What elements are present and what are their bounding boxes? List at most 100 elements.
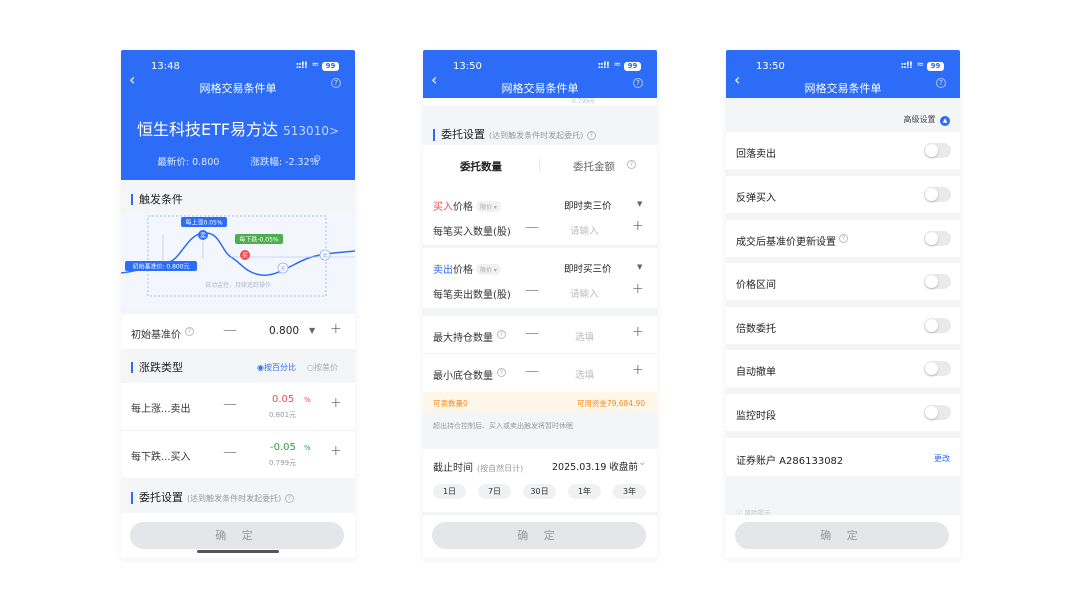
section-title: 委托设置 (达到触发条件时发起委托) ? — [433, 129, 596, 141]
rise-minus-button[interactable]: — — [223, 396, 237, 412]
toggle-switch[interactable] — [924, 361, 951, 376]
help-icon[interactable]: ? — [284, 494, 294, 503]
confirm-button[interactable]: 确 定 — [735, 522, 949, 549]
change-type-header: 涨跌类型 ◉按百分比 ○按差价 — [121, 349, 355, 383]
rise-value[interactable]: 0.05 — [272, 394, 294, 405]
available-cash: 可用资金79,684.90 — [576, 399, 645, 408]
advanced-settings-toggle[interactable]: 高级设置 ▲ — [903, 114, 950, 126]
sellable-qty: 可卖数量0 — [433, 399, 468, 408]
tab-quantity[interactable]: 委托数量 — [460, 159, 502, 174]
sell-qty-minus-button[interactable]: — — [525, 282, 539, 298]
buy-qty-plus-button[interactable]: + — [632, 218, 644, 234]
confirm-button[interactable]: 确 定 — [432, 522, 646, 549]
tab-amount[interactable]: 委托金额 — [573, 159, 615, 174]
min-hold-minus-button[interactable]: — — [525, 363, 539, 379]
help-icon[interactable]: ? — [331, 78, 341, 88]
caret-down-icon[interactable]: ▼ — [309, 326, 315, 335]
fund-selector[interactable]: 恒生科技ETF易方达 513010> — [121, 116, 355, 140]
bottom-bar: 确 定 — [726, 515, 960, 558]
sell-settings: 卖出价格 限价 ▾ 即时买三价 ▼ 每笔卖出数量(股) — 请输入 + — [423, 248, 657, 308]
expiry-section: 截止时间 (按自然日计) 2025.03.19 收盘前 ⌄ — [423, 449, 657, 512]
fall-minus-button[interactable]: — — [223, 444, 237, 460]
toggle-switch[interactable] — [924, 143, 951, 158]
fall-unit: % — [304, 444, 311, 452]
chevron-down-icon[interactable]: ⌄ — [638, 457, 646, 468]
toggle-switch[interactable] — [924, 231, 951, 246]
caret-down-icon[interactable]: ▼ — [637, 200, 642, 208]
info-icon[interactable]: ? — [839, 234, 848, 243]
toggle-switch[interactable] — [924, 405, 951, 420]
toggle-label: 回落卖出 — [736, 149, 776, 160]
section-subtitle: (达到触发条件时发起委托) — [489, 131, 584, 140]
max-hold-input[interactable]: 选填 — [575, 329, 594, 343]
sell-badge: 卖 — [200, 233, 206, 240]
section-subtitle: (达到触发条件时发起委托) — [187, 494, 282, 503]
duration-1d[interactable]: 1日 — [433, 484, 466, 499]
grid-illustration: 卖 买 买 卖 每上涨0.05% 每下跌-0.05% 初始基准价: 0.800元… — [121, 213, 355, 309]
fall-value[interactable]: -0.05 — [270, 442, 296, 453]
radio-difference[interactable]: ○按差价 — [307, 362, 338, 373]
price-type-chip[interactable]: 限价 ▾ — [476, 201, 501, 212]
account-label: 证券账户 A286133082 — [736, 456, 844, 467]
page-title: 网格交易条件单 — [501, 82, 579, 95]
help-icon[interactable]: ? — [936, 78, 946, 88]
help-icon[interactable]: ? — [633, 78, 643, 88]
status-bar: 13:50 ::!! ≈ 99 — [726, 50, 960, 72]
nav-bar: ‹ 网格交易条件单 ? — [726, 70, 960, 98]
buy-qty-minus-button[interactable]: — — [525, 219, 539, 235]
min-hold-plus-button[interactable]: + — [632, 362, 644, 378]
buy-badge: 买 — [242, 252, 248, 260]
refresh-icon[interactable]: ⊙ — [313, 154, 321, 164]
toggle-row: 倍数委托 — [726, 307, 960, 344]
info-icon[interactable]: ? — [497, 330, 506, 339]
duration-1y[interactable]: 1年 — [568, 484, 601, 499]
account-row: 证券账户 A286133082 更改 — [726, 438, 960, 476]
info-icon[interactable]: ? — [497, 368, 506, 377]
trigger-section-header: 触发条件 — [121, 180, 355, 213]
toggle-switch[interactable] — [924, 274, 951, 289]
buy-settings: 买入价格 限价 ▾ 即时卖三价 ▼ 每笔买入数量(股) — 请输入 + — [423, 185, 657, 245]
sell-qty-plus-button[interactable]: + — [632, 281, 644, 297]
toggle-label: 反弹买入 — [736, 193, 776, 204]
status-bar: 13:50 ::!! ≈ 99 — [423, 50, 657, 72]
rise-sub-price: 0.801元 — [269, 411, 297, 419]
duration-3y[interactable]: 3年 — [613, 484, 646, 499]
sell-price-value[interactable]: 即时买三价 — [564, 261, 612, 275]
fund-code: 513010 — [283, 124, 329, 138]
fall-plus-button[interactable]: + — [330, 443, 342, 459]
status-bar: 13:48 ::!! ≈ 99 — [121, 50, 355, 72]
latest-price: 最新价: 0.800 — [157, 157, 220, 168]
hint-row: 超出持仓控制后、买入或卖出触发将暂时休眠 — [423, 412, 657, 442]
base-price-plus-button[interactable]: + — [330, 321, 342, 337]
rise-plus-button[interactable]: + — [330, 395, 342, 411]
scrolled-price: 0.799元 — [572, 98, 596, 105]
toggle-switch[interactable] — [924, 187, 951, 202]
max-hold-plus-button[interactable]: + — [632, 324, 644, 340]
toggle-row: 价格区间 — [726, 263, 960, 300]
buy-price-value[interactable]: 即时卖三价 — [564, 198, 612, 212]
price-type-chip[interactable]: 限价 ▾ — [476, 264, 501, 275]
confirm-button[interactable]: 确 定 — [130, 522, 344, 549]
sell-qty-input[interactable]: 请输入 — [570, 286, 599, 300]
nav-bar: ‹ 网格交易条件单 ? — [423, 70, 657, 98]
duration-30d[interactable]: 30日 — [523, 484, 556, 499]
signal-icon: ::!! — [597, 61, 610, 71]
help-icon[interactable]: ? — [627, 160, 636, 169]
max-hold-minus-button[interactable]: — — [525, 325, 539, 341]
base-price-minus-button[interactable]: — — [223, 322, 237, 338]
expiry-value[interactable]: 2025.03.19 收盘前 — [552, 459, 638, 473]
radio-percent[interactable]: ◉按百分比 — [257, 362, 296, 373]
info-icon[interactable]: ? — [185, 327, 194, 336]
sell-price-label: 卖出价格 限价 ▾ — [433, 261, 501, 276]
caret-down-icon[interactable]: ▼ — [637, 263, 642, 271]
change-account-link[interactable]: 更改 — [934, 453, 950, 464]
min-hold-input[interactable]: 选填 — [575, 367, 594, 381]
fund-quote: 最新价: 0.800 涨跌幅: -2.32% ⊙ — [121, 154, 355, 168]
status-time: 13:48 — [151, 61, 180, 72]
help-icon[interactable]: ? — [586, 131, 596, 140]
toggle-switch[interactable] — [924, 318, 951, 333]
buy-qty-input[interactable]: 请输入 — [570, 223, 599, 237]
toggle-label: 价格区间 — [736, 280, 776, 291]
base-price-value[interactable]: 0.800 — [269, 325, 299, 337]
duration-7d[interactable]: 7日 — [478, 484, 511, 499]
